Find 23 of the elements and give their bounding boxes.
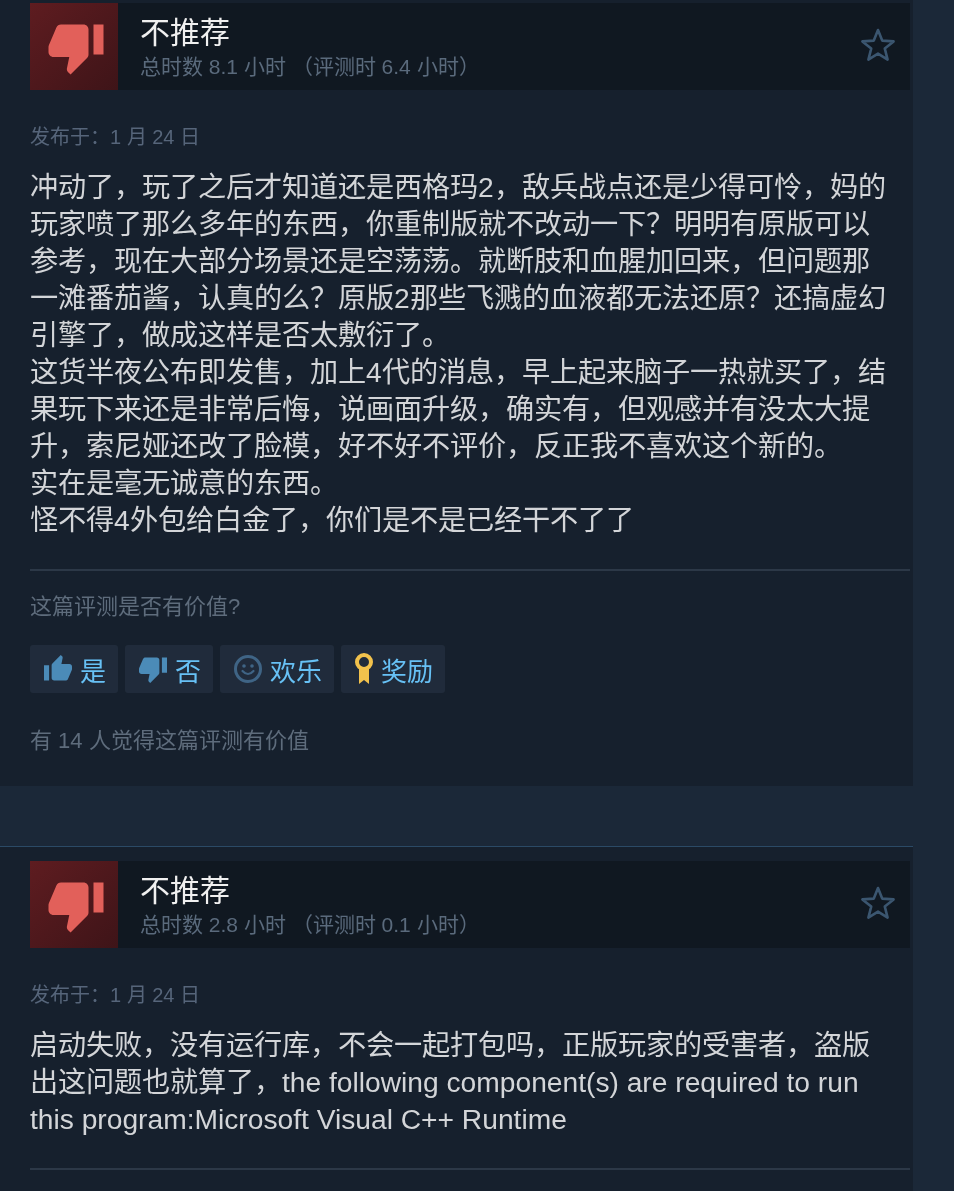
award-ribbon-icon xyxy=(355,653,373,685)
thumbs-up-icon xyxy=(44,655,72,683)
funny-button[interactable]: 欢乐 xyxy=(220,645,334,693)
review-verdict: 不推荐 xyxy=(140,15,231,51)
review-text: 冲动了，玩了之后才知道还是西格玛2，敌兵战点还是少得可怜，妈的玩家喷了那么多年的东西，你重制版就不改动一下？明明有原版可以参考，现在大部分场景还是空荡荡。就断肢和血腥加回来，但问题那一滩番茄酱，认真的么？原版2那些飞溅的血液都无法还原？还搞虚幻引擎了，做成这样是否太敷衍了。 xyxy=(30,170,887,353)
star-icon[interactable] xyxy=(860,885,896,920)
helpful-question: 这篇评测是否有价值? xyxy=(30,593,242,621)
yes-button[interactable]: 是 xyxy=(30,645,118,693)
posted-date: 发布于：1 月 24 日 xyxy=(30,125,202,149)
posted-date: 发布于：1 月 24 日 xyxy=(30,983,202,1007)
review-text: 这货半夜公布即发售，加上4代的消息，早上起来脑子一热就买了，结果玩下来还是非常后悔，说画面升级，确实有，但观感并有没太大提升，索尼娅还改了脸模，好不好不评价，反正我不喜欢这个新的。 xyxy=(30,355,887,464)
smiley-icon xyxy=(234,655,262,683)
thumbs-down-icon xyxy=(139,655,167,683)
no-button[interactable]: 否 xyxy=(125,645,213,693)
review-text: 启动失败，没有运行库，不会一起打包吗，正版玩家的受害者，盗版出这问题也就算了，the following component(s) are required to run this program:Microsoft Visual C++ Runtime xyxy=(30,1028,871,1137)
award-button[interactable]: 奖励 xyxy=(341,645,445,693)
playtime-text: 总时数 2.8 小时 （评测时 0.1 小时） xyxy=(140,912,481,938)
review-text: 怪不得4外包给白金了，你们是不是已经干不了了 xyxy=(30,503,635,538)
star-icon[interactable] xyxy=(860,27,896,62)
playtime-text: 总时数 8.1 小时 （评测时 6.4 小时） xyxy=(140,54,481,80)
helpful-count: 有 14 人觉得这篇评测有价值 xyxy=(30,727,310,755)
review-text: 实在是毫无诚意的东西。 xyxy=(30,466,339,501)
review-verdict: 不推荐 xyxy=(140,873,231,909)
